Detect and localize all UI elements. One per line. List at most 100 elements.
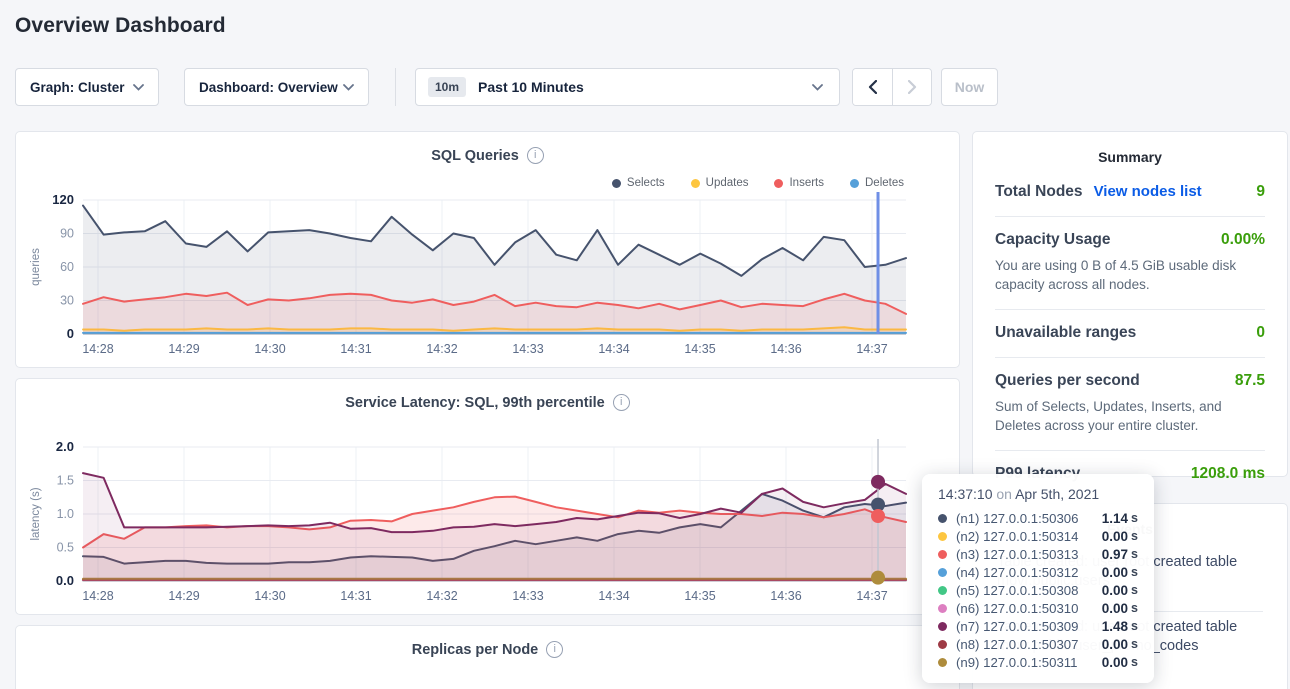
view-nodes-list-link[interactable]: View nodes list	[1094, 183, 1202, 200]
tooltip-row: (n9) 127.0.0.1:503110.00s	[938, 653, 1138, 671]
svg-text:14:34: 14:34	[598, 589, 629, 603]
tooltip-node-address: (n7) 127.0.0.1:50309	[956, 619, 1078, 634]
summary-description: You are using 0 B of 4.5 GiB usable disk…	[995, 256, 1265, 294]
svg-text:14:35: 14:35	[684, 342, 715, 356]
time-next-button[interactable]	[892, 69, 931, 105]
tooltip-value: 1.14	[1102, 511, 1128, 526]
svg-text:30: 30	[60, 294, 74, 308]
chevron-left-icon	[868, 80, 877, 94]
tooltip-node-address: (n2) 127.0.0.1:50314	[956, 529, 1078, 544]
svg-text:14:28: 14:28	[82, 589, 113, 603]
tooltip-row: (n4) 127.0.0.1:503120.00s	[938, 563, 1138, 581]
time-range-badge: 10m	[428, 77, 466, 97]
tooltip-value: 1.48	[1102, 619, 1128, 634]
svg-text:0.0: 0.0	[56, 573, 74, 588]
tooltip-unit: s	[1131, 655, 1138, 669]
svg-text:14:31: 14:31	[340, 589, 371, 603]
svg-text:14:29: 14:29	[168, 589, 199, 603]
svg-text:queries: queries	[30, 248, 42, 286]
page-title: Overview Dashboard	[15, 14, 226, 38]
tooltip-value: 0.00	[1102, 637, 1128, 652]
service-latency-chart[interactable]: 14:28 14:29 14:30 14:31 14:32 14:33 14:34 14:35…	[16, 431, 961, 606]
chart-title: Service Latency: SQL, 99th percentile	[345, 395, 605, 411]
info-icon[interactable]: i	[546, 641, 563, 658]
svg-text:14:34: 14:34	[598, 342, 629, 356]
summary-value: 0	[1256, 324, 1265, 342]
chevron-right-icon	[908, 80, 917, 94]
tooltip-unit: s	[1131, 547, 1138, 561]
summary-label: Unavailable ranges	[995, 324, 1136, 342]
svg-text:14:32: 14:32	[426, 589, 457, 603]
svg-text:1.5: 1.5	[57, 474, 74, 488]
tooltip-node-address: (n6) 127.0.0.1:50310	[956, 601, 1078, 616]
svg-text:1.0: 1.0	[57, 507, 74, 521]
summary-value: 1208.0 ms	[1191, 465, 1265, 483]
series-color-dot	[938, 622, 947, 631]
summary-row-queries-per-second: Queries per second 87.5 Sum of Selects, …	[995, 358, 1265, 451]
tooltip-value: 0.97	[1102, 547, 1128, 562]
dashboard-select-label: Dashboard: Overview	[199, 80, 338, 95]
tooltip-unit: s	[1131, 601, 1138, 615]
time-range-label: Past 10 Minutes	[478, 79, 584, 95]
tooltip-value: 0.00	[1102, 601, 1128, 616]
summary-row-capacity-usage: Capacity Usage 0.00% You are using 0 B o…	[995, 217, 1265, 310]
svg-text:60: 60	[60, 260, 74, 274]
series-color-dot	[938, 568, 947, 577]
svg-text:14:36: 14:36	[770, 342, 801, 356]
summary-label: Total Nodes	[995, 183, 1083, 201]
tooltip-unit: s	[1131, 529, 1138, 543]
tooltip-unit: s	[1131, 565, 1138, 579]
graph-select[interactable]: Graph: Cluster	[15, 68, 159, 106]
svg-text:14:28: 14:28	[82, 342, 113, 356]
time-range-picker[interactable]: 10m Past 10 Minutes	[415, 68, 840, 106]
tooltip-row: (n1) 127.0.0.1:503061.14s	[938, 509, 1138, 527]
svg-text:14:33: 14:33	[512, 589, 543, 603]
tooltip-node-address: (n4) 127.0.0.1:50312	[956, 565, 1078, 580]
svg-text:2.0: 2.0	[56, 439, 74, 454]
tooltip-node-address: (n8) 127.0.0.1:50307	[956, 637, 1078, 652]
svg-text:120: 120	[52, 192, 74, 207]
toolbar-divider	[395, 68, 396, 106]
service-latency-panel: Service Latency: SQL, 99th percentile i …	[15, 378, 960, 615]
svg-text:14:30: 14:30	[254, 589, 285, 603]
tooltip-row: (n7) 127.0.0.1:50309 1.48s	[938, 617, 1138, 635]
tooltip-row: (n2) 127.0.0.1:50314 0.00s	[938, 527, 1138, 545]
sql-queries-chart[interactable]: 14:2814:2914:3014:3114:3214:3314:3414:35…	[16, 184, 961, 359]
svg-text:14:37: 14:37	[856, 342, 887, 356]
time-prev-button[interactable]	[853, 69, 892, 105]
summary-value: 87.5	[1235, 372, 1265, 390]
tooltip-time: 14:37:10	[938, 486, 993, 502]
summary-value: 0.00%	[1221, 231, 1265, 249]
chevron-down-icon	[343, 84, 354, 91]
summary-description: Sum of Selects, Updates, Inserts, and De…	[995, 397, 1265, 435]
dashboard-select[interactable]: Dashboard: Overview	[184, 68, 369, 106]
dashboard-toolbar: Graph: Cluster Dashboard: Overview 10m P…	[0, 68, 1290, 106]
info-icon[interactable]: i	[613, 394, 630, 411]
summary-label: Queries per second	[995, 372, 1140, 390]
tooltip-unit: s	[1131, 583, 1138, 597]
svg-text:14:33: 14:33	[512, 342, 543, 356]
tooltip-unit: s	[1131, 619, 1138, 633]
series-color-dot	[938, 532, 947, 541]
now-button[interactable]: Now	[941, 68, 998, 106]
chart-title: Replicas per Node	[412, 642, 539, 658]
svg-text:14:35: 14:35	[684, 589, 715, 603]
tooltip-rows: (n1) 127.0.0.1:503061.14s(n2) 127.0.0.1:…	[938, 509, 1138, 671]
svg-text:latency (s): latency (s)	[30, 487, 42, 540]
overview-dashboard-page: Overview Dashboard Graph: Cluster Dashbo…	[0, 0, 1290, 689]
info-icon[interactable]: i	[527, 147, 544, 164]
tooltip-value: 0.00	[1102, 583, 1128, 598]
tooltip-unit: s	[1131, 637, 1138, 651]
tooltip-node-address: (n1) 127.0.0.1:50306	[956, 511, 1078, 526]
series-color-dot	[938, 604, 947, 613]
series-color-dot	[938, 658, 947, 667]
chart-hover-tooltip: 14:37:10 on Apr 5th, 2021 (n1) 127.0.0.1…	[922, 474, 1154, 683]
summary-title: Summary	[995, 149, 1265, 165]
series-color-dot	[938, 640, 947, 649]
graph-select-label: Graph: Cluster	[30, 80, 125, 95]
svg-text:14:36: 14:36	[770, 589, 801, 603]
summary-row-unavailable-ranges: Unavailable ranges 0	[995, 310, 1265, 358]
tooltip-value: 0.00	[1102, 529, 1128, 544]
tooltip-row: (n3) 127.0.0.1:503130.97s	[938, 545, 1138, 563]
tooltip-value: 0.00	[1102, 655, 1128, 670]
